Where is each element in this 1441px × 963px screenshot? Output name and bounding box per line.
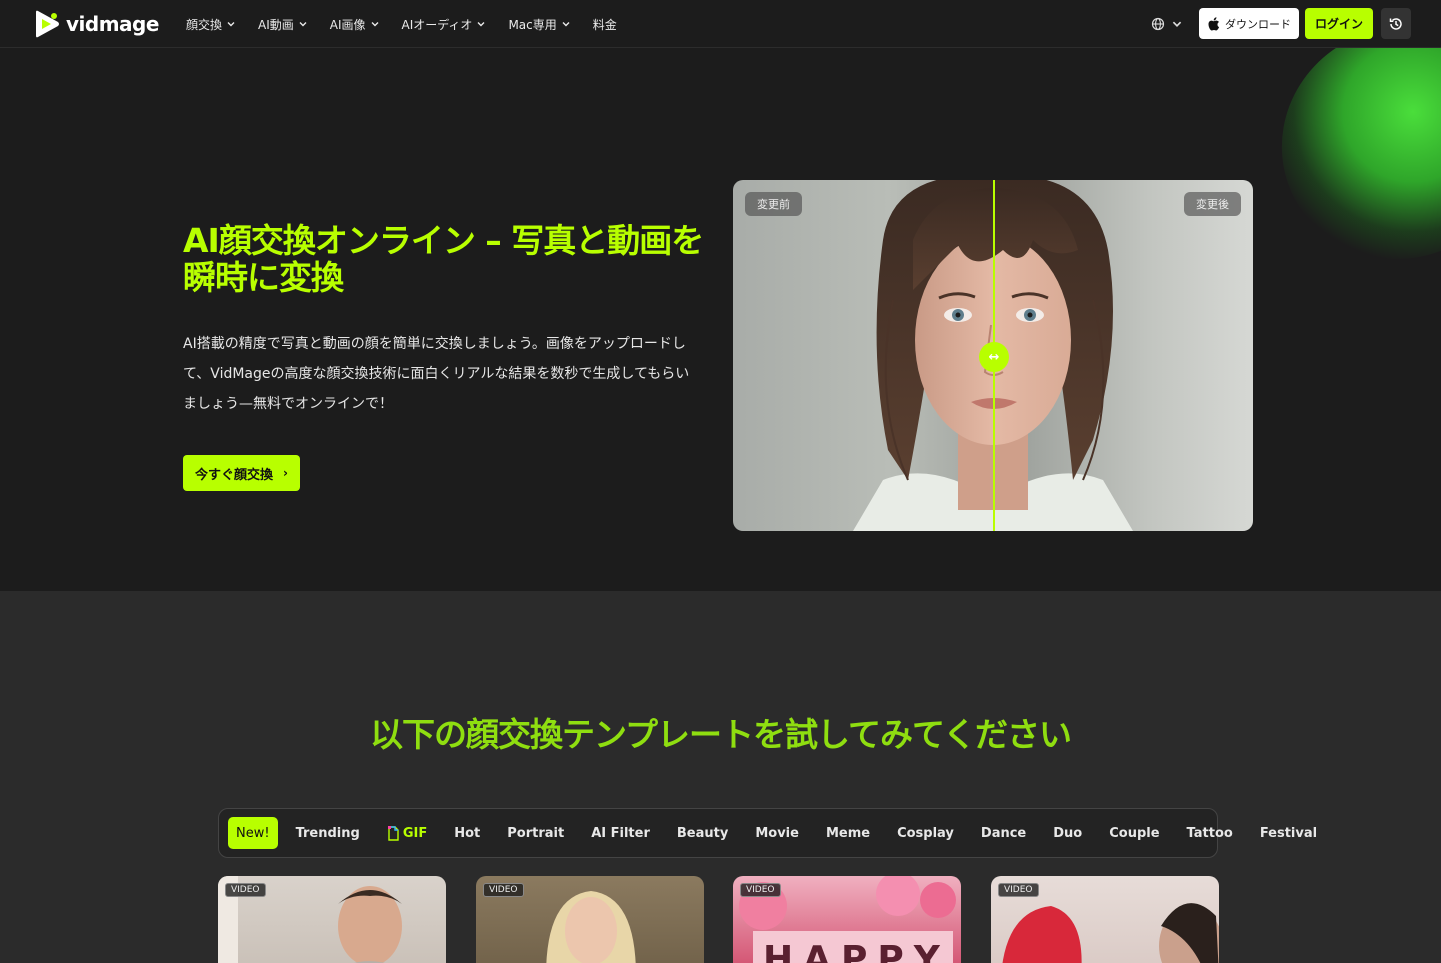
menu-label: 顔交換 (186, 17, 223, 32)
tab-movie[interactable]: Movie (755, 826, 799, 841)
template-card[interactable]: VIDEO (218, 876, 446, 963)
login-label: ログイン (1314, 17, 1363, 31)
tab-new[interactable]: New! (228, 817, 278, 849)
tab-beauty[interactable]: Beauty (677, 826, 728, 841)
video-badge: VIDEO (740, 883, 781, 897)
logo-icon (36, 10, 59, 38)
video-badge: VIDEO (998, 883, 1039, 897)
svg-text:HAPPY: HAPPY (763, 939, 950, 963)
tab-duo[interactable]: Duo (1053, 826, 1082, 841)
chevron-down-icon (562, 22, 570, 27)
menu-item-mac[interactable]: Mac専用 (508, 16, 570, 33)
main-menu: 顔交換 AI動画 AI画像 AIオーディオ Mac専用 料金 (186, 0, 639, 48)
menu-item-ai-video[interactable]: AI動画 (258, 16, 308, 33)
hero-section: AI顔交換オンライン – 写真と動画を瞬時に変換 AI搭載の精度で写真と動画の顔… (0, 48, 1441, 591)
menu-label: AI画像 (329, 17, 366, 32)
logo[interactable]: vidmage (32, 8, 159, 40)
language-selector[interactable] (1151, 17, 1183, 31)
hero-description: AI搭載の精度で写真と動画の顔を簡単に交換しましょう。画像をアップロードして、V… (183, 336, 690, 412)
tab-cosplay[interactable]: Cosplay (897, 826, 954, 841)
chevron-down-icon (371, 22, 379, 27)
logo-text: vidmage (66, 12, 159, 36)
before-after-compare[interactable]: 変更前 変更後 ↔ (733, 180, 1253, 531)
tab-couple[interactable]: Couple (1109, 826, 1159, 841)
tab-tattoo[interactable]: Tattoo (1187, 826, 1233, 841)
template-cards: VIDEO VIDEO HAPPY VIDEO VIDEO (218, 876, 1219, 963)
menu-item-ai-image[interactable]: AI画像 (330, 16, 380, 33)
compare-handle[interactable]: ↔ (979, 342, 1009, 372)
before-badge: 変更前 (745, 192, 802, 216)
template-card[interactable]: VIDEO (991, 876, 1219, 963)
globe-icon (1151, 17, 1165, 30)
menu-label: Mac専用 (508, 17, 557, 32)
category-tabs: New! Trending GIF Hot Portrait AI Filter… (218, 808, 1317, 858)
history-icon (1389, 17, 1402, 30)
tab-ai-filter[interactable]: AI Filter (591, 826, 650, 841)
video-badge: VIDEO (225, 883, 266, 897)
menu-label: 料金 (592, 17, 617, 32)
after-badge: 変更後 (1184, 192, 1241, 216)
template-card[interactable]: VIDEO (476, 876, 704, 963)
download-button[interactable]: ダウンロード (1198, 8, 1299, 39)
apple-icon (1208, 16, 1220, 30)
menu-label: AI動画 (258, 17, 294, 32)
chevron-right-icon: › (283, 466, 288, 480)
chevron-down-icon (1172, 21, 1182, 27)
tab-label: GIF (402, 825, 428, 841)
menu-label: AIオーディオ (401, 17, 473, 32)
top-nav: vidmage 顔交換 AI動画 AI画像 AIオーディオ Mac専用 料金 ダ… (0, 0, 1441, 48)
gif-icon (387, 825, 399, 841)
chevron-down-icon (227, 22, 235, 27)
download-label: ダウンロード (1224, 17, 1291, 31)
menu-item-ai-audio[interactable]: AIオーディオ (402, 16, 487, 33)
chevron-down-icon (477, 22, 485, 27)
tab-portrait[interactable]: Portrait (507, 826, 564, 841)
nav-actions: ダウンロード ログイン (1151, 8, 1411, 39)
section-title: 以下の顔交換テンプレートを試してみてください (369, 715, 1072, 754)
video-badge: VIDEO (483, 883, 524, 897)
face-swap-now-button[interactable]: 今すぐ顔交換 › (183, 455, 300, 491)
decorative-glow (1243, 48, 1441, 298)
tab-trending[interactable]: Trending (296, 826, 360, 841)
tab-meme[interactable]: Meme (826, 826, 870, 841)
tab-festival[interactable]: Festival (1260, 826, 1317, 841)
menu-item-face-swap[interactable]: 顔交換 (186, 16, 236, 33)
cta-label: 今すぐ顔交換 (195, 467, 274, 483)
hero-title: AI顔交換オンライン – 写真と動画を瞬時に変換 (183, 221, 704, 297)
tab-gif[interactable]: GIF (387, 825, 428, 841)
template-card[interactable]: HAPPY VIDEO (733, 876, 961, 963)
menu-item-pricing[interactable]: 料金 (593, 16, 617, 33)
templates-section: 以下の顔交換テンプレートを試してみてください New! Trending GIF… (0, 591, 1441, 963)
chevron-down-icon (299, 22, 307, 27)
tab-hot[interactable]: Hot (454, 826, 480, 841)
history-button[interactable] (1381, 8, 1411, 39)
arrows-horizontal-icon: ↔ (988, 349, 1000, 365)
tab-dance[interactable]: Dance (981, 826, 1026, 841)
login-button[interactable]: ログイン (1304, 8, 1373, 39)
